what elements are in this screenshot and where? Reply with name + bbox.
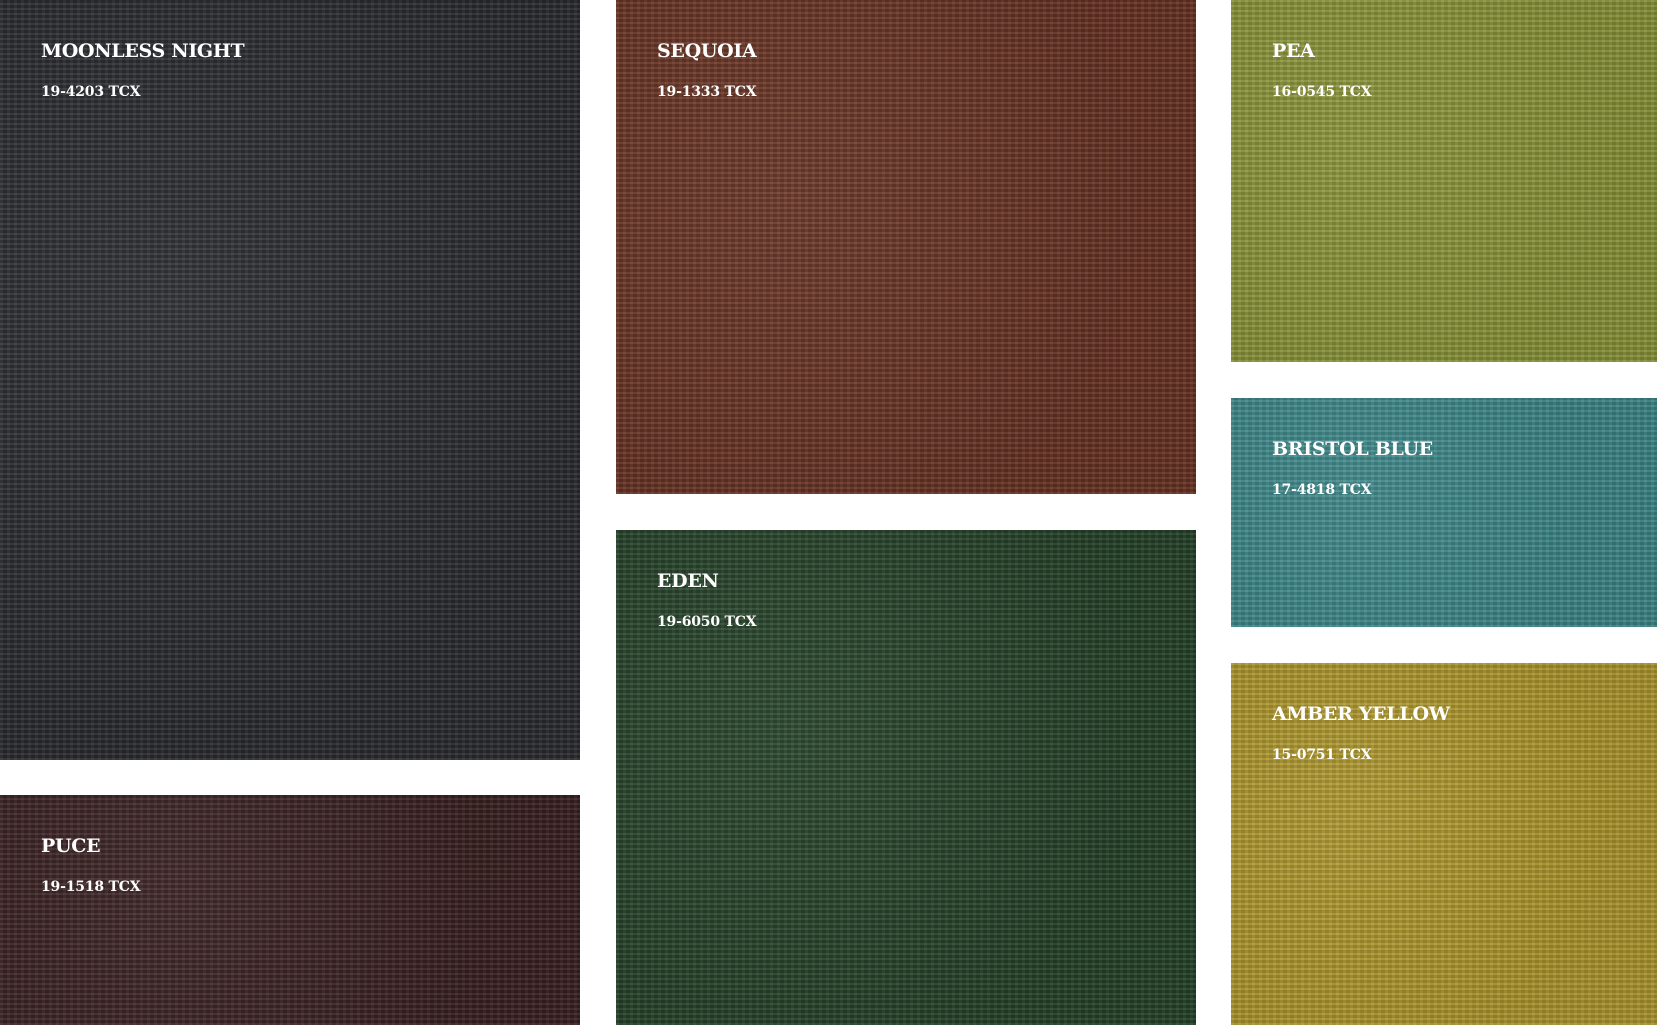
- swatch-code: 15-0751 TCX: [1272, 747, 1372, 763]
- swatch-code: 19-1333 TCX: [657, 84, 757, 100]
- swatch-code: 19-1518 TCX: [41, 879, 141, 895]
- swatch-name: PEA: [1272, 40, 1315, 62]
- swatch-sequoia[interactable]: SEQUOIA 19-1333 TCX: [616, 0, 1196, 494]
- swatch-puce[interactable]: PUCE 19-1518 TCX: [0, 795, 580, 1025]
- swatch-eden[interactable]: EDEN 19-6050 TCX: [616, 530, 1196, 1025]
- swatch-code: 19-6050 TCX: [657, 614, 757, 630]
- swatch-bristol-blue[interactable]: BRISTOL BLUE 17-4818 TCX: [1231, 398, 1657, 627]
- swatch-code: 17-4818 TCX: [1272, 482, 1372, 498]
- swatch-code: 19-4203 TCX: [41, 84, 141, 100]
- swatch-name: MOONLESS NIGHT: [41, 40, 245, 62]
- swatch-moonless-night[interactable]: MOONLESS NIGHT 19-4203 TCX: [0, 0, 580, 760]
- swatch-code: 16-0545 TCX: [1272, 84, 1372, 100]
- swatch-name: EDEN: [657, 570, 719, 592]
- swatch-name: SEQUOIA: [657, 40, 757, 62]
- swatch-name: AMBER YELLOW: [1272, 703, 1450, 725]
- swatch-amber-yellow[interactable]: AMBER YELLOW 15-0751 TCX: [1231, 663, 1657, 1025]
- swatch-name: BRISTOL BLUE: [1272, 438, 1433, 460]
- swatch-pea[interactable]: PEA 16-0545 TCX: [1231, 0, 1657, 362]
- swatch-name: PUCE: [41, 835, 101, 857]
